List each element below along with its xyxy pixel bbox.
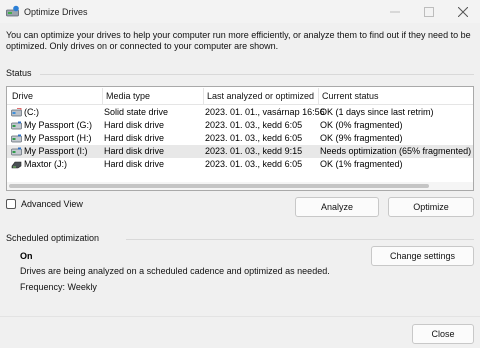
current-status-cell: OK (9% fragmented) [320,133,403,143]
schedule-state: On [20,251,33,261]
maximize-button[interactable] [412,0,446,23]
drive-name-cell: My Passport (G:) [24,120,93,130]
column-header-drive[interactable]: Drive [9,87,33,105]
drive-name-cell: My Passport (H:) [24,133,92,143]
status-divider [40,74,474,75]
last-analyzed-cell: 2023. 01. 03., kedd 6:05 [205,120,303,130]
close-button[interactable]: Close [412,324,474,344]
drive-name-cell: My Passport (I:) [24,146,88,156]
usb-drive-icon [11,147,22,156]
column-header-current-status[interactable]: Current status [319,87,379,105]
dialog-footer [0,316,480,348]
media-type-cell: Hard disk drive [104,159,165,169]
ssd-drive-icon [11,108,22,117]
scrollbar-thumb[interactable] [9,184,429,188]
media-type-cell: Solid state drive [104,107,169,117]
current-status-cell: OK (1 days since last retrim) [320,107,434,117]
drive-name-cell: Maxtor (J:) [24,159,68,169]
close-window-button[interactable] [446,0,480,23]
last-analyzed-cell: 2023. 01. 03., kedd 6:05 [205,133,303,143]
horizontal-scrollbar[interactable] [7,182,473,190]
usb-drive-icon [11,134,22,143]
advanced-view-label[interactable]: Advanced View [21,199,83,209]
table-row[interactable]: My Passport (H:) Hard disk drive 2023. 01.… [7,132,473,145]
hdd-drive-icon [11,160,22,169]
schedule-frequency: Frequency: Weekly [20,282,97,292]
table-row[interactable]: Maxtor (J:) Hard disk drive 2023. 01. 03.,… [7,158,473,171]
scheduled-divider [126,239,474,240]
scheduled-section-label: Scheduled optimization [6,233,100,243]
usb-drive-icon [11,121,22,130]
media-type-cell: Hard disk drive [104,146,165,156]
last-analyzed-cell: 2023. 01. 03., kedd 9:15 [205,146,303,156]
current-status-cell: OK (1% fragmented) [320,159,403,169]
title-bar: Optimize Drives [0,0,480,23]
media-type-cell: Hard disk drive [104,120,165,130]
change-settings-button[interactable]: Change settings [371,246,474,266]
status-section-label: Status [6,68,32,78]
window-title: Optimize Drives [24,6,88,17]
optimize-drives-app-icon [6,5,19,18]
analyze-button[interactable]: Analyze [295,197,379,217]
table-row[interactable]: (C:) Solid state drive 2023. 01. 01., vasá… [7,106,473,119]
last-analyzed-cell: 2023. 01. 01., vasárnap 16:56 [205,107,325,117]
table-row[interactable]: My Passport (I:) Hard disk drive 2023. 01.… [7,145,473,158]
drive-name-cell: (C:) [24,107,39,117]
drive-list-table[interactable]: Drive Media type Last analyzed or optimi… [6,86,474,191]
current-status-cell: OK (0% fragmented) [320,120,403,130]
description-text: You can optimize your drives to help you… [6,30,471,51]
media-type-cell: Hard disk drive [104,133,165,143]
table-header: Drive Media type Last analyzed or optimi… [7,87,473,105]
schedule-description: Drives are being analyzed on a scheduled… [20,266,330,276]
advanced-view-option[interactable]: Advanced View [6,199,83,209]
column-header-media-type[interactable]: Media type [103,87,150,105]
table-row[interactable]: My Passport (G:) Hard disk drive 2023. 01.… [7,119,473,132]
optimize-button[interactable]: Optimize [388,197,474,217]
advanced-view-checkbox[interactable] [6,199,16,209]
last-analyzed-cell: 2023. 01. 03., kedd 6:05 [205,159,303,169]
minimize-button[interactable] [378,0,412,23]
current-status-cell: Needs optimization (65% fragmented) [320,146,472,156]
column-header-last-analyzed[interactable]: Last analyzed or optimized [204,87,314,105]
